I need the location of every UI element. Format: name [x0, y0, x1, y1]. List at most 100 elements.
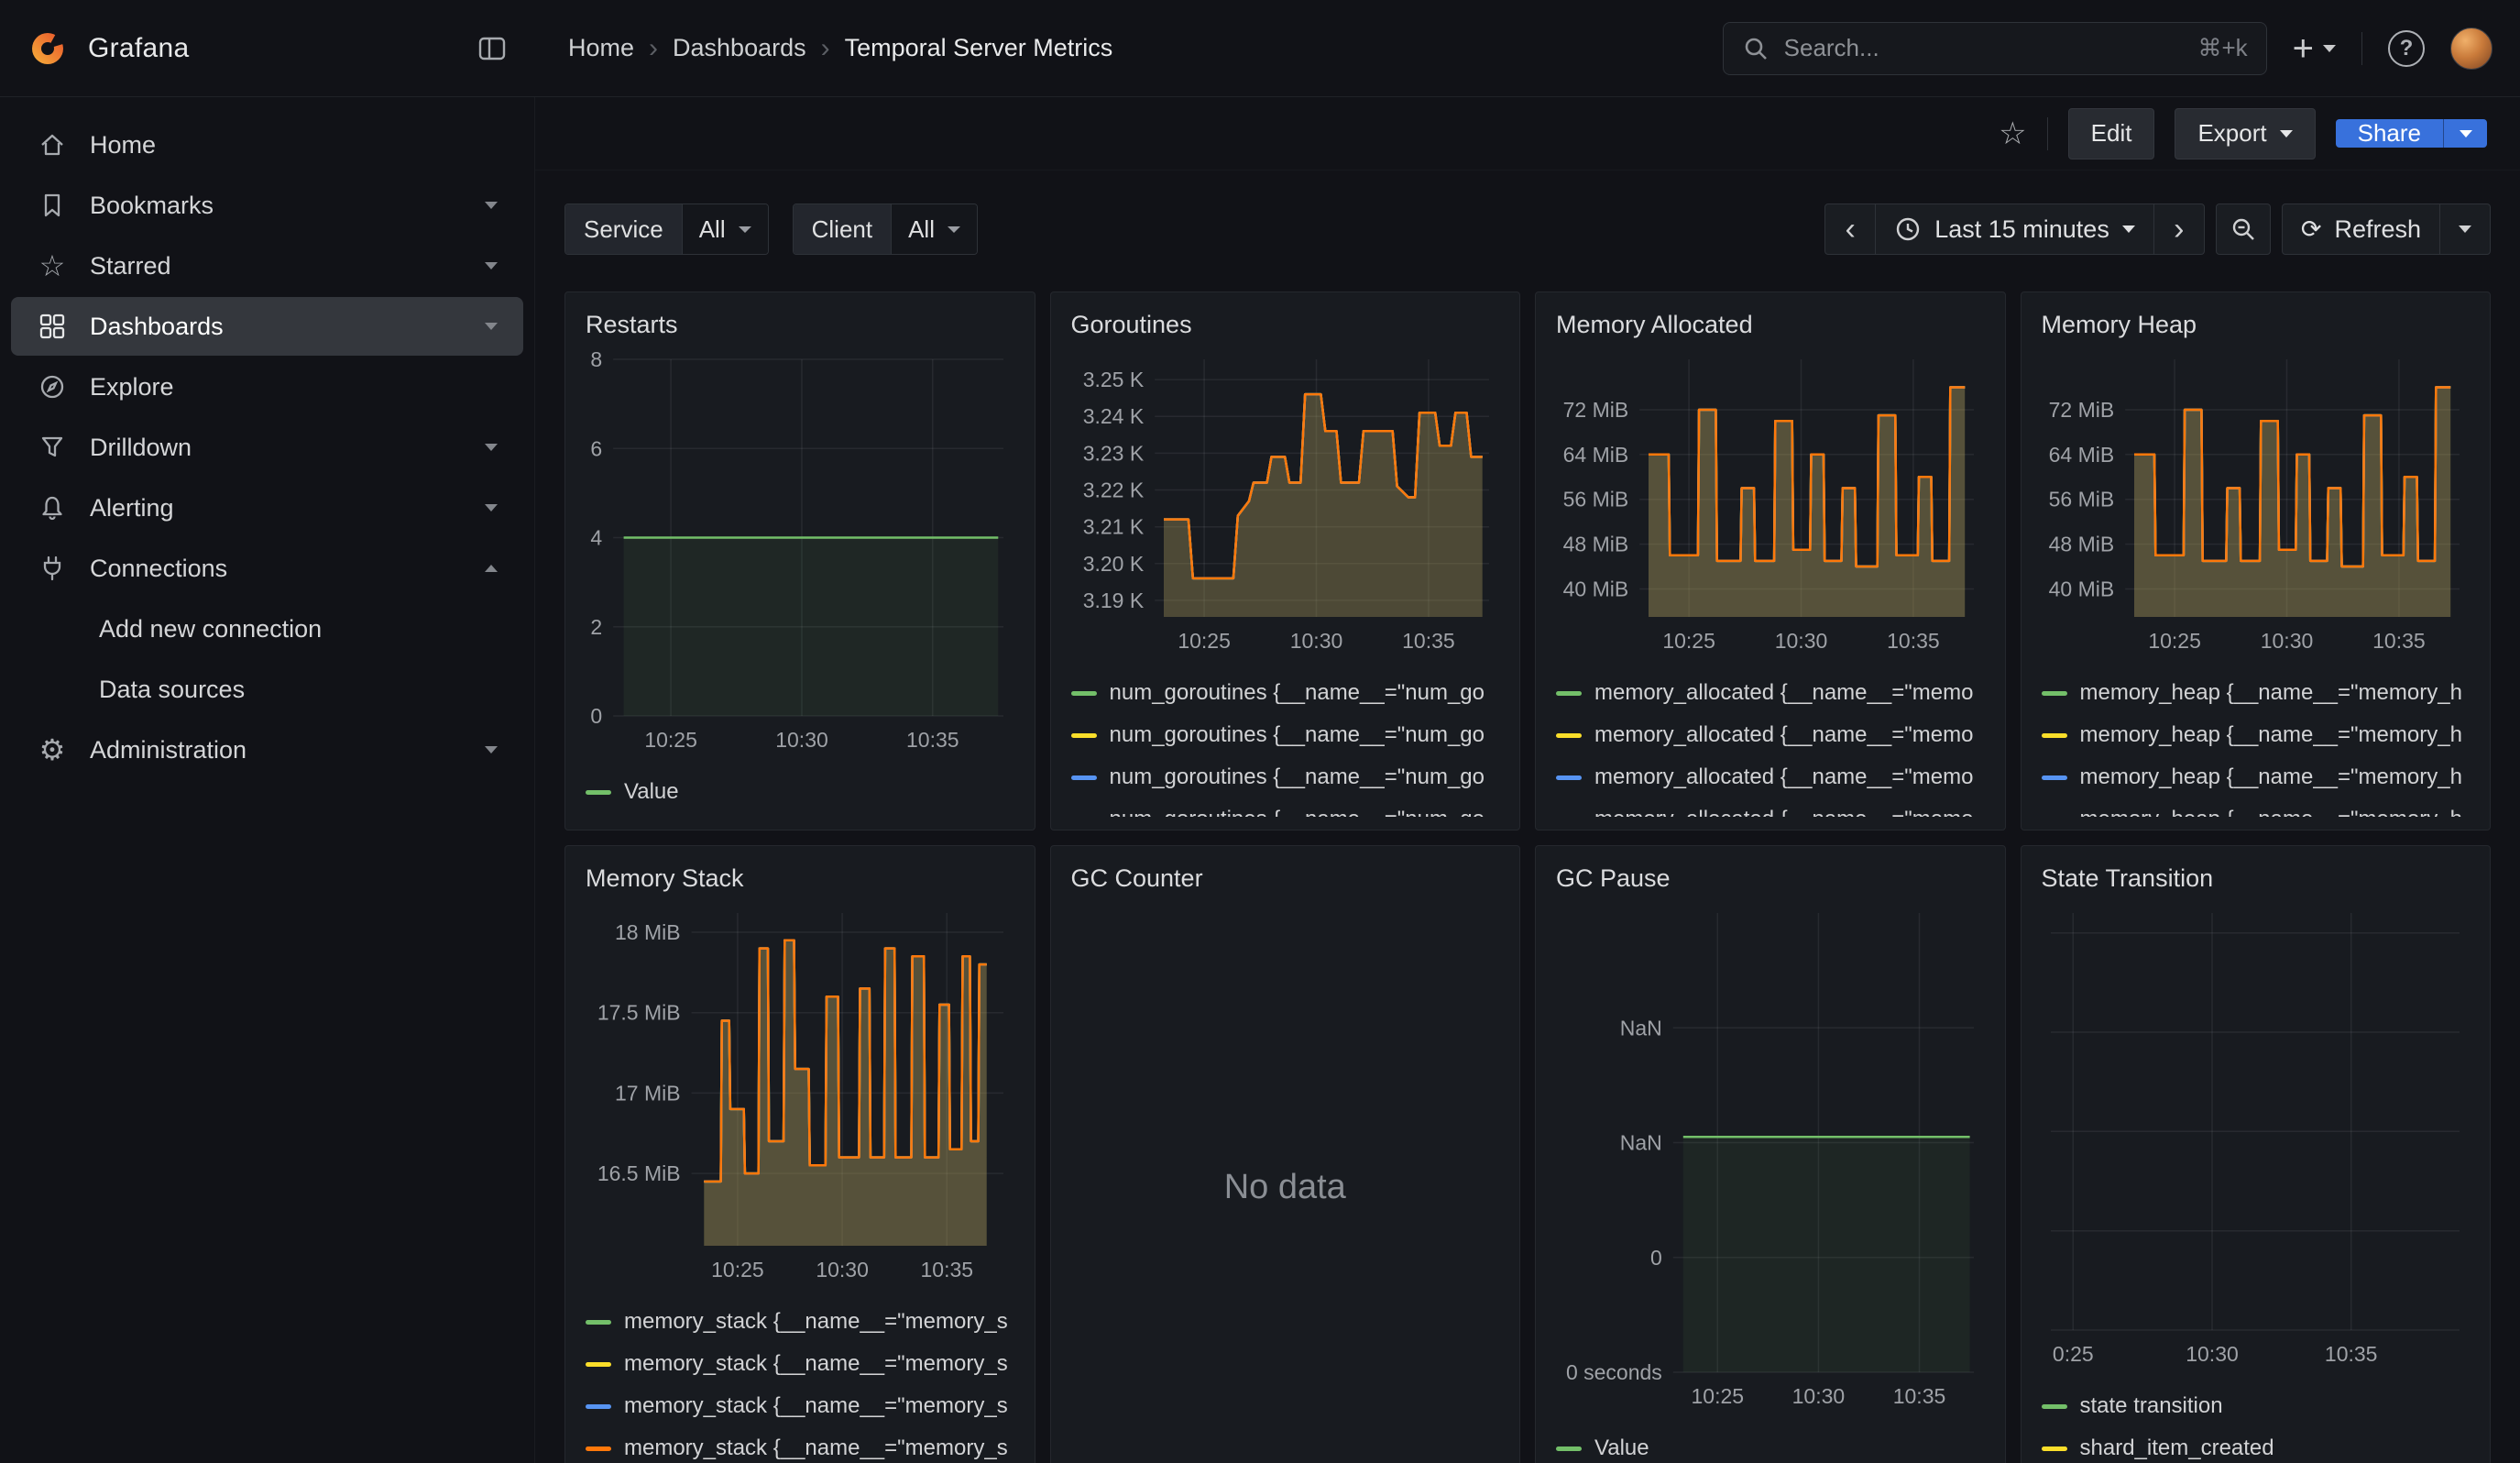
breadcrumb-home[interactable]: Home — [568, 34, 634, 62]
legend-item[interactable]: shard_item_created — [2042, 1427, 2471, 1463]
legend-item[interactable]: num_goroutines {__name__="num_go — [1071, 798, 1500, 817]
legend-item[interactable]: memory_heap {__name__="memory_h — [2042, 798, 2471, 817]
service-variable-select[interactable]: All — [682, 204, 768, 254]
sidebar-item-connections[interactable]: Connections — [11, 539, 523, 598]
sidebar-item-home[interactable]: Home — [11, 116, 523, 174]
time-shift-forward-button[interactable]: › — [2153, 204, 2205, 255]
legend-item[interactable]: memory_stack {__name__="memory_s — [586, 1385, 1014, 1427]
chevron-down-icon[interactable] — [485, 323, 498, 330]
svg-text:64 MiB: 64 MiB — [1563, 443, 1629, 467]
chevron-down-icon[interactable] — [485, 202, 498, 209]
add-button[interactable]: + — [2293, 30, 2336, 67]
legend-item[interactable]: memory_heap {__name__="memory_h — [2042, 714, 2471, 756]
chart-area: 0:2510:3010:35 — [2038, 902, 2474, 1372]
chevron-up-icon[interactable] — [485, 565, 498, 572]
legend-item[interactable]: memory_allocated {__name__="memo — [1556, 714, 1985, 756]
favorite-star-icon[interactable]: ☆ — [1999, 116, 2026, 152]
chevron-down-icon[interactable] — [485, 746, 498, 754]
chevron-down-icon[interactable] — [485, 262, 498, 270]
sidebar-item-drilldown[interactable]: Drilldown — [11, 418, 523, 477]
client-variable-select[interactable]: All — [891, 204, 977, 254]
zoom-out-icon[interactable] — [2216, 204, 2271, 255]
svg-text:10:25: 10:25 — [711, 1258, 764, 1282]
legend-item[interactable]: memory_heap {__name__="memory_h — [2042, 756, 2471, 798]
svg-text:10:25: 10:25 — [1692, 1384, 1745, 1408]
edit-button[interactable]: Edit — [2068, 108, 2155, 160]
sidebar-item-dashboards[interactable]: Dashboards — [11, 297, 523, 356]
chevron-down-icon — [2122, 226, 2135, 233]
refresh-interval-dropdown[interactable] — [2439, 204, 2491, 255]
sidebar-item-label: Drilldown — [90, 434, 192, 462]
brand-name: Grafana — [88, 33, 190, 64]
panel-title[interactable]: Memory Stack — [586, 864, 1018, 893]
legend-item[interactable]: memory_heap {__name__="memory_h — [2042, 672, 2471, 714]
sidebar-item-explore[interactable]: Explore — [11, 358, 523, 416]
home-icon — [37, 130, 68, 160]
grafana-logo-icon — [27, 28, 68, 69]
legend-item[interactable]: memory_allocated {__name__="memo — [1556, 672, 1985, 714]
legend-item[interactable]: Value — [586, 771, 1014, 813]
legend-item[interactable]: num_goroutines {__name__="num_go — [1071, 672, 1500, 714]
sidebar-toggle-icon[interactable] — [477, 33, 508, 64]
legend-item[interactable]: num_goroutines {__name__="num_go — [1071, 714, 1500, 756]
legend-color-marker — [2042, 1404, 2067, 1409]
refresh-button[interactable]: ⟳ Refresh — [2282, 204, 2440, 255]
legend-item[interactable]: memory_stack {__name__="memory_s — [586, 1343, 1014, 1385]
legend-item[interactable]: memory_stack {__name__="memory_s — [586, 1427, 1014, 1463]
legend-label: memory_allocated {__name__="memo — [1594, 680, 1973, 706]
sidebar-item-add-new-connection[interactable]: Add new connection — [11, 600, 523, 658]
panel-title[interactable]: Memory Allocated — [1556, 311, 1989, 339]
chart-legend: memory_allocated {__name__="memomemory_a… — [1552, 659, 1989, 817]
dashboard-actions-bar: ☆ Edit Export Share — [535, 97, 2520, 170]
time-range-picker[interactable]: Last 15 minutes — [1875, 204, 2154, 255]
export-button-label: Export — [2197, 119, 2266, 148]
panel-title[interactable]: Goroutines — [1071, 311, 1504, 339]
legend-label: state transition — [2080, 1393, 2223, 1419]
clock-icon — [1894, 215, 1922, 243]
breadcrumb-separator-icon: › — [821, 33, 830, 64]
chevron-down-icon[interactable] — [485, 504, 498, 512]
panel-gc-pause: GC Pause NaNNaN00 seconds10:2510:3010:35… — [1535, 845, 2006, 1463]
sidebar-item-administration[interactable]: ⚙ Administration — [11, 720, 523, 779]
panel-title[interactable]: State Transition — [2042, 864, 2474, 893]
legend-item[interactable]: num_goroutines {__name__="num_go — [1071, 756, 1500, 798]
svg-text:3.22 K: 3.22 K — [1082, 478, 1144, 502]
sidebar-item-starred[interactable]: ☆ Starred — [11, 236, 523, 295]
legend-label: memory_stack {__name__="memory_s — [624, 1436, 1008, 1461]
share-dropdown-button[interactable] — [2443, 119, 2487, 148]
svg-text:10:30: 10:30 — [1775, 629, 1828, 653]
legend-item[interactable]: memory_allocated {__name__="memo — [1556, 756, 1985, 798]
sidebar-item-data-sources[interactable]: Data sources — [11, 660, 523, 719]
legend-item[interactable]: memory_allocated {__name__="memo — [1556, 798, 1985, 817]
chevron-down-icon[interactable] — [485, 444, 498, 451]
legend-item[interactable]: memory_stack {__name__="memory_s — [586, 1301, 1014, 1343]
export-button[interactable]: Export — [2175, 108, 2315, 160]
sidebar-item-alerting[interactable]: Alerting — [11, 478, 523, 537]
share-button[interactable]: Share — [2336, 119, 2443, 148]
panel-title[interactable]: Restarts — [586, 311, 1018, 339]
chart-legend: Value — [1552, 1414, 1989, 1463]
panel-title[interactable]: GC Counter — [1071, 864, 1504, 893]
panel-title[interactable]: GC Pause — [1556, 864, 1989, 893]
chevron-down-icon — [948, 226, 960, 233]
svg-text:10:35: 10:35 — [921, 1258, 974, 1282]
breadcrumb-dashboards[interactable]: Dashboards — [673, 34, 806, 62]
time-shift-back-button[interactable]: ‹ — [1824, 204, 1876, 255]
breadcrumb-separator-icon: › — [649, 33, 658, 64]
avatar[interactable] — [2450, 28, 2493, 70]
panel-grid: Restarts 8642010:2510:3010:35 Value Goro… — [535, 255, 2520, 1463]
legend-item[interactable]: state transition — [2042, 1385, 2471, 1427]
brand-group[interactable]: Grafana — [27, 28, 190, 69]
chart-legend: memory_heap {__name__="memory_hmemory_he… — [2038, 659, 2474, 817]
client-variable-value: All — [908, 215, 935, 244]
svg-text:10:30: 10:30 — [816, 1258, 869, 1282]
legend-item[interactable]: Value — [1556, 1427, 1985, 1463]
legend-label: memory_stack {__name__="memory_s — [624, 1393, 1008, 1419]
sidebar-item-bookmarks[interactable]: Bookmarks — [11, 176, 523, 235]
panel-title[interactable]: Memory Heap — [2042, 311, 2474, 339]
search-input[interactable]: Search... ⌘+k — [1723, 22, 2267, 75]
legend-label: memory_stack {__name__="memory_s — [624, 1351, 1008, 1377]
main-content: ☆ Edit Export Share — [535, 97, 2520, 1463]
sidebar-item-label: Home — [90, 131, 156, 160]
help-icon[interactable]: ? — [2388, 30, 2425, 67]
